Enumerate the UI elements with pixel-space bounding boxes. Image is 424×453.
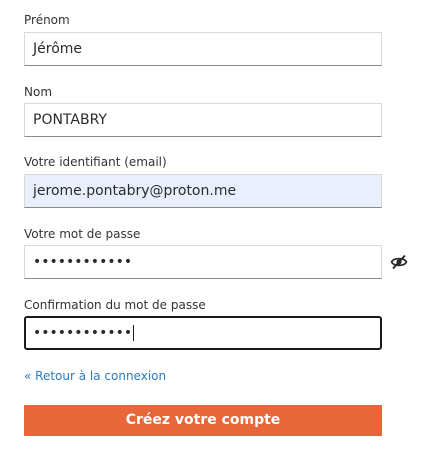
password-confirm-label: Confirmation du mot de passe (24, 298, 206, 312)
eye-slash-icon[interactable] (390, 254, 408, 270)
text-caret (133, 325, 135, 341)
last-name-input[interactable]: PONTABRY (24, 103, 382, 137)
first-name-label: Prénom (24, 13, 70, 27)
email-input[interactable]: jerome.pontabry@proton.me (24, 174, 382, 208)
password-label: Votre mot de passe (24, 227, 141, 241)
create-account-button[interactable]: Créez votre compte (24, 405, 382, 436)
first-name-input[interactable]: Jérôme (24, 32, 382, 66)
back-to-login-link[interactable]: « Retour à la connexion (24, 369, 166, 383)
last-name-label: Nom (24, 85, 53, 99)
password-confirm-value: •••••••••••• (33, 325, 133, 341)
password-confirm-input[interactable]: •••••••••••• (24, 316, 382, 350)
email-label: Votre identifiant (email) (24, 155, 167, 169)
password-input[interactable]: •••••••••••• (24, 245, 382, 279)
